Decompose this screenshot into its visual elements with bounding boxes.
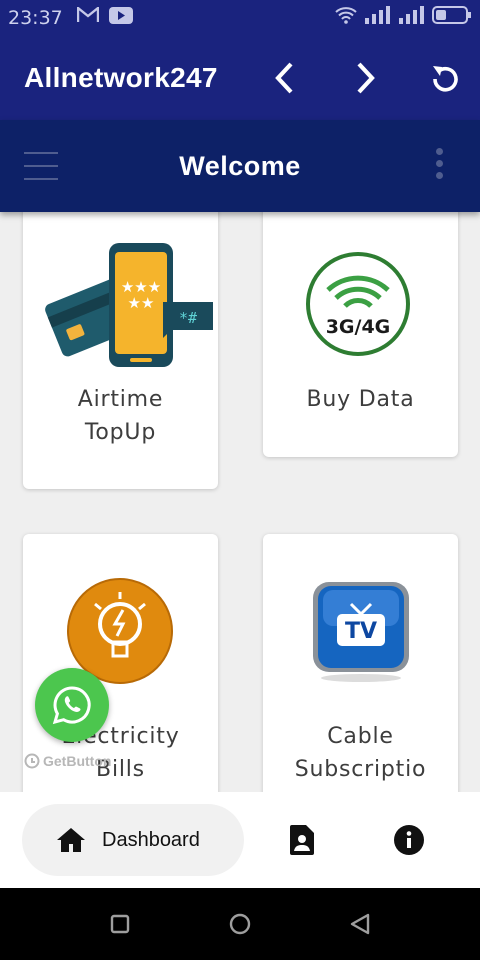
back-system-button[interactable] xyxy=(348,912,372,936)
back-triangle-icon xyxy=(350,913,370,935)
svg-text:*#: *# xyxy=(179,309,197,327)
status-time: 23:37 xyxy=(8,7,63,29)
nav-profile[interactable] xyxy=(286,824,318,856)
card-buy-data[interactable]: 3G/4G Buy Data xyxy=(263,212,458,457)
more-options-button[interactable] xyxy=(436,148,446,184)
chevron-left-icon xyxy=(275,62,293,94)
youtube-icon xyxy=(108,6,133,30)
home-circle-icon xyxy=(229,913,251,935)
card-label-line2: Subscriptio xyxy=(294,757,427,782)
card-label: Cable xyxy=(327,724,394,749)
buy-data-badge: 3G/4G xyxy=(326,316,391,338)
cable-tv-icon: TV xyxy=(309,574,413,684)
page-title: Welcome xyxy=(179,150,301,181)
status-bar: 23:37 xyxy=(0,0,480,36)
nav-dashboard[interactable]: Dashboard xyxy=(22,804,244,876)
app-title: Allnetwork247 xyxy=(24,62,218,93)
info-icon xyxy=(394,825,424,855)
card-label-line2: TopUp xyxy=(84,420,157,445)
bottom-navigation: Dashboard xyxy=(0,792,480,888)
home-system-button[interactable] xyxy=(228,912,252,936)
forward-button[interactable] xyxy=(348,61,382,95)
buy-data-icon: 3G/4G xyxy=(304,250,412,358)
contact-card-icon xyxy=(290,825,314,855)
welcome-header: Welcome xyxy=(0,120,480,212)
battery-icon xyxy=(432,6,472,30)
recents-button[interactable] xyxy=(108,912,132,936)
system-navigation-bar xyxy=(0,888,480,960)
signal-icon-2 xyxy=(398,6,426,30)
recents-icon xyxy=(110,914,130,934)
card-cable-subscription[interactable]: TV Cable Subscriptio xyxy=(263,534,458,792)
wifi-icon xyxy=(334,6,358,30)
whatsapp-button[interactable] xyxy=(35,668,109,742)
home-icon xyxy=(57,828,85,852)
back-button[interactable] xyxy=(268,61,302,95)
airtime-topup-icon: ★★★ ★★ *# xyxy=(45,238,215,370)
card-label: Buy Data xyxy=(306,387,415,412)
gmail-icon xyxy=(76,5,99,29)
svg-text:★★: ★★ xyxy=(128,294,155,312)
getbutton-text: GetButton xyxy=(43,753,112,769)
cable-tv-badge: TV xyxy=(345,619,377,644)
chevron-right-icon xyxy=(357,62,375,94)
refresh-button[interactable] xyxy=(428,61,462,95)
menu-button[interactable] xyxy=(24,152,58,180)
getbutton-watermark: GetButton xyxy=(24,753,111,769)
card-label: Airtime xyxy=(77,387,164,412)
nav-info[interactable] xyxy=(393,824,425,856)
getbutton-logo-icon xyxy=(24,753,40,769)
refresh-icon xyxy=(433,66,458,92)
whatsapp-icon xyxy=(52,686,91,725)
signal-icon xyxy=(364,6,392,30)
nav-dashboard-label: Dashboard xyxy=(102,828,200,851)
app-bar: Allnetwork247 xyxy=(0,36,480,120)
card-airtime-topup[interactable]: ★★★ ★★ *# Airtime TopUp xyxy=(23,212,218,489)
